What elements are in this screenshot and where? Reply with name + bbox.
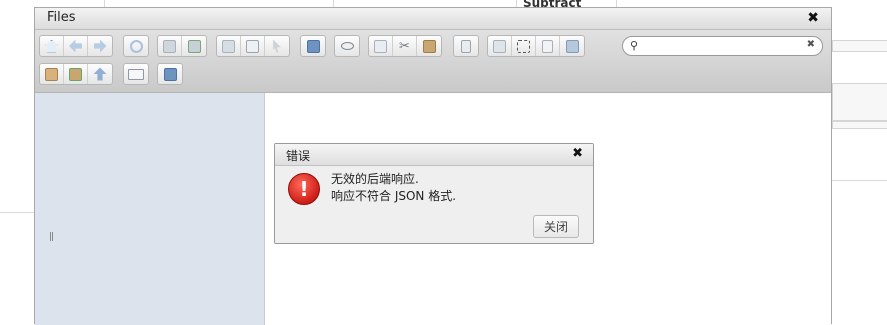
forward-button[interactable] xyxy=(88,36,112,56)
info-icon xyxy=(306,39,320,53)
dialog-title: 错误 xyxy=(286,149,311,163)
save-as-button[interactable] xyxy=(241,36,265,56)
extract-button[interactable] xyxy=(40,64,64,84)
copy-button[interactable] xyxy=(369,36,393,56)
edit-button[interactable] xyxy=(454,36,478,56)
cut-button[interactable]: ✂ xyxy=(393,36,417,56)
copy-icon xyxy=(374,39,387,53)
nav-group xyxy=(39,35,113,57)
folder-tree-sidebar xyxy=(35,93,265,325)
open-icon xyxy=(163,39,176,53)
bg-vertical-line xyxy=(104,0,105,7)
bg-horizontal-line xyxy=(0,212,34,213)
preview-icon xyxy=(340,42,354,50)
rename-icon xyxy=(517,39,530,53)
help-icon xyxy=(163,67,177,81)
forward-icon xyxy=(93,39,107,53)
open-button[interactable] xyxy=(158,36,182,56)
error-dialog: 错误 ✖ ! 无效的后端响应. 响应不符合 JSON 格式. 关闭 xyxy=(274,143,594,244)
edit-icon xyxy=(461,39,471,53)
duplicate-icon xyxy=(493,39,506,53)
dialog-titlebar[interactable]: 错误 ✖ xyxy=(275,144,593,166)
dialog-close-icon[interactable]: ✖ xyxy=(572,146,583,161)
paste-button[interactable] xyxy=(417,36,441,56)
manage-group xyxy=(487,35,585,57)
search-icon: ⚲ xyxy=(630,39,639,52)
extract-icon xyxy=(45,67,58,81)
dialog-message: 无效的后端响应. 响应不符合 JSON 格式. xyxy=(331,171,456,205)
resize-icon xyxy=(565,39,579,53)
upload-button[interactable] xyxy=(88,64,112,84)
select-icon xyxy=(273,39,281,53)
preview-group xyxy=(334,35,360,57)
clipboard-group: ✂ xyxy=(368,35,442,57)
edit-group xyxy=(453,35,479,57)
info-button[interactable] xyxy=(301,36,325,56)
file-group xyxy=(157,35,207,57)
archive-button[interactable] xyxy=(64,64,88,84)
message-line-1: 无效的后端响应. xyxy=(331,172,419,186)
clear-search-icon[interactable]: ✖ xyxy=(807,39,815,50)
upload-icon xyxy=(93,67,107,81)
new-file-icon xyxy=(542,39,553,53)
window-titlebar[interactable]: Files ✖ xyxy=(35,8,831,30)
back-button[interactable] xyxy=(64,36,88,56)
error-icon: ! xyxy=(288,173,320,205)
window-title: Files xyxy=(47,10,76,25)
view-group xyxy=(123,63,149,85)
new-file-button[interactable] xyxy=(536,36,560,56)
help-button[interactable] xyxy=(158,64,182,84)
reload-icon xyxy=(129,39,143,53)
back-icon xyxy=(69,39,82,53)
bg-horizontal-line xyxy=(832,180,887,181)
toolbar: ✂ ⚲ ✖ xyxy=(35,30,831,93)
reload-button[interactable] xyxy=(124,36,148,56)
rename-button[interactable] xyxy=(512,36,536,56)
home-icon xyxy=(45,39,58,53)
copy-doc-button[interactable] xyxy=(217,36,241,56)
message-line-2: 响应不符合 JSON 格式. xyxy=(331,189,457,203)
bg-panel xyxy=(832,40,887,52)
duplicate-button[interactable] xyxy=(488,36,512,56)
close-button[interactable]: 关闭 xyxy=(533,215,579,238)
doc-group xyxy=(216,35,290,57)
home-button[interactable] xyxy=(40,36,64,56)
select-button[interactable] xyxy=(265,36,289,56)
info-group xyxy=(300,35,326,57)
archive-icon xyxy=(69,67,82,81)
save-icon xyxy=(187,39,201,53)
resize-button[interactable] xyxy=(560,36,584,56)
sidebar-resize-handle[interactable] xyxy=(50,232,53,241)
bg-vertical-line xyxy=(516,0,517,7)
archive-group xyxy=(39,63,113,85)
save-button[interactable] xyxy=(182,36,206,56)
save-as-icon xyxy=(246,39,259,53)
search-input[interactable] xyxy=(643,38,807,55)
reload-group xyxy=(123,35,149,57)
bg-vertical-line xyxy=(616,0,617,7)
bg-panel xyxy=(832,83,887,121)
help-group xyxy=(157,63,183,85)
view-icon xyxy=(128,68,144,80)
window-close-icon[interactable]: ✖ xyxy=(807,10,819,26)
view-button[interactable] xyxy=(124,64,148,84)
search-box: ⚲ ✖ xyxy=(622,36,823,56)
cut-icon: ✂ xyxy=(399,38,410,54)
preview-button[interactable] xyxy=(335,36,359,56)
copy-doc-icon xyxy=(222,39,235,53)
bg-panel xyxy=(832,121,887,129)
paste-icon xyxy=(422,39,436,53)
bg-vertical-line xyxy=(333,0,334,7)
